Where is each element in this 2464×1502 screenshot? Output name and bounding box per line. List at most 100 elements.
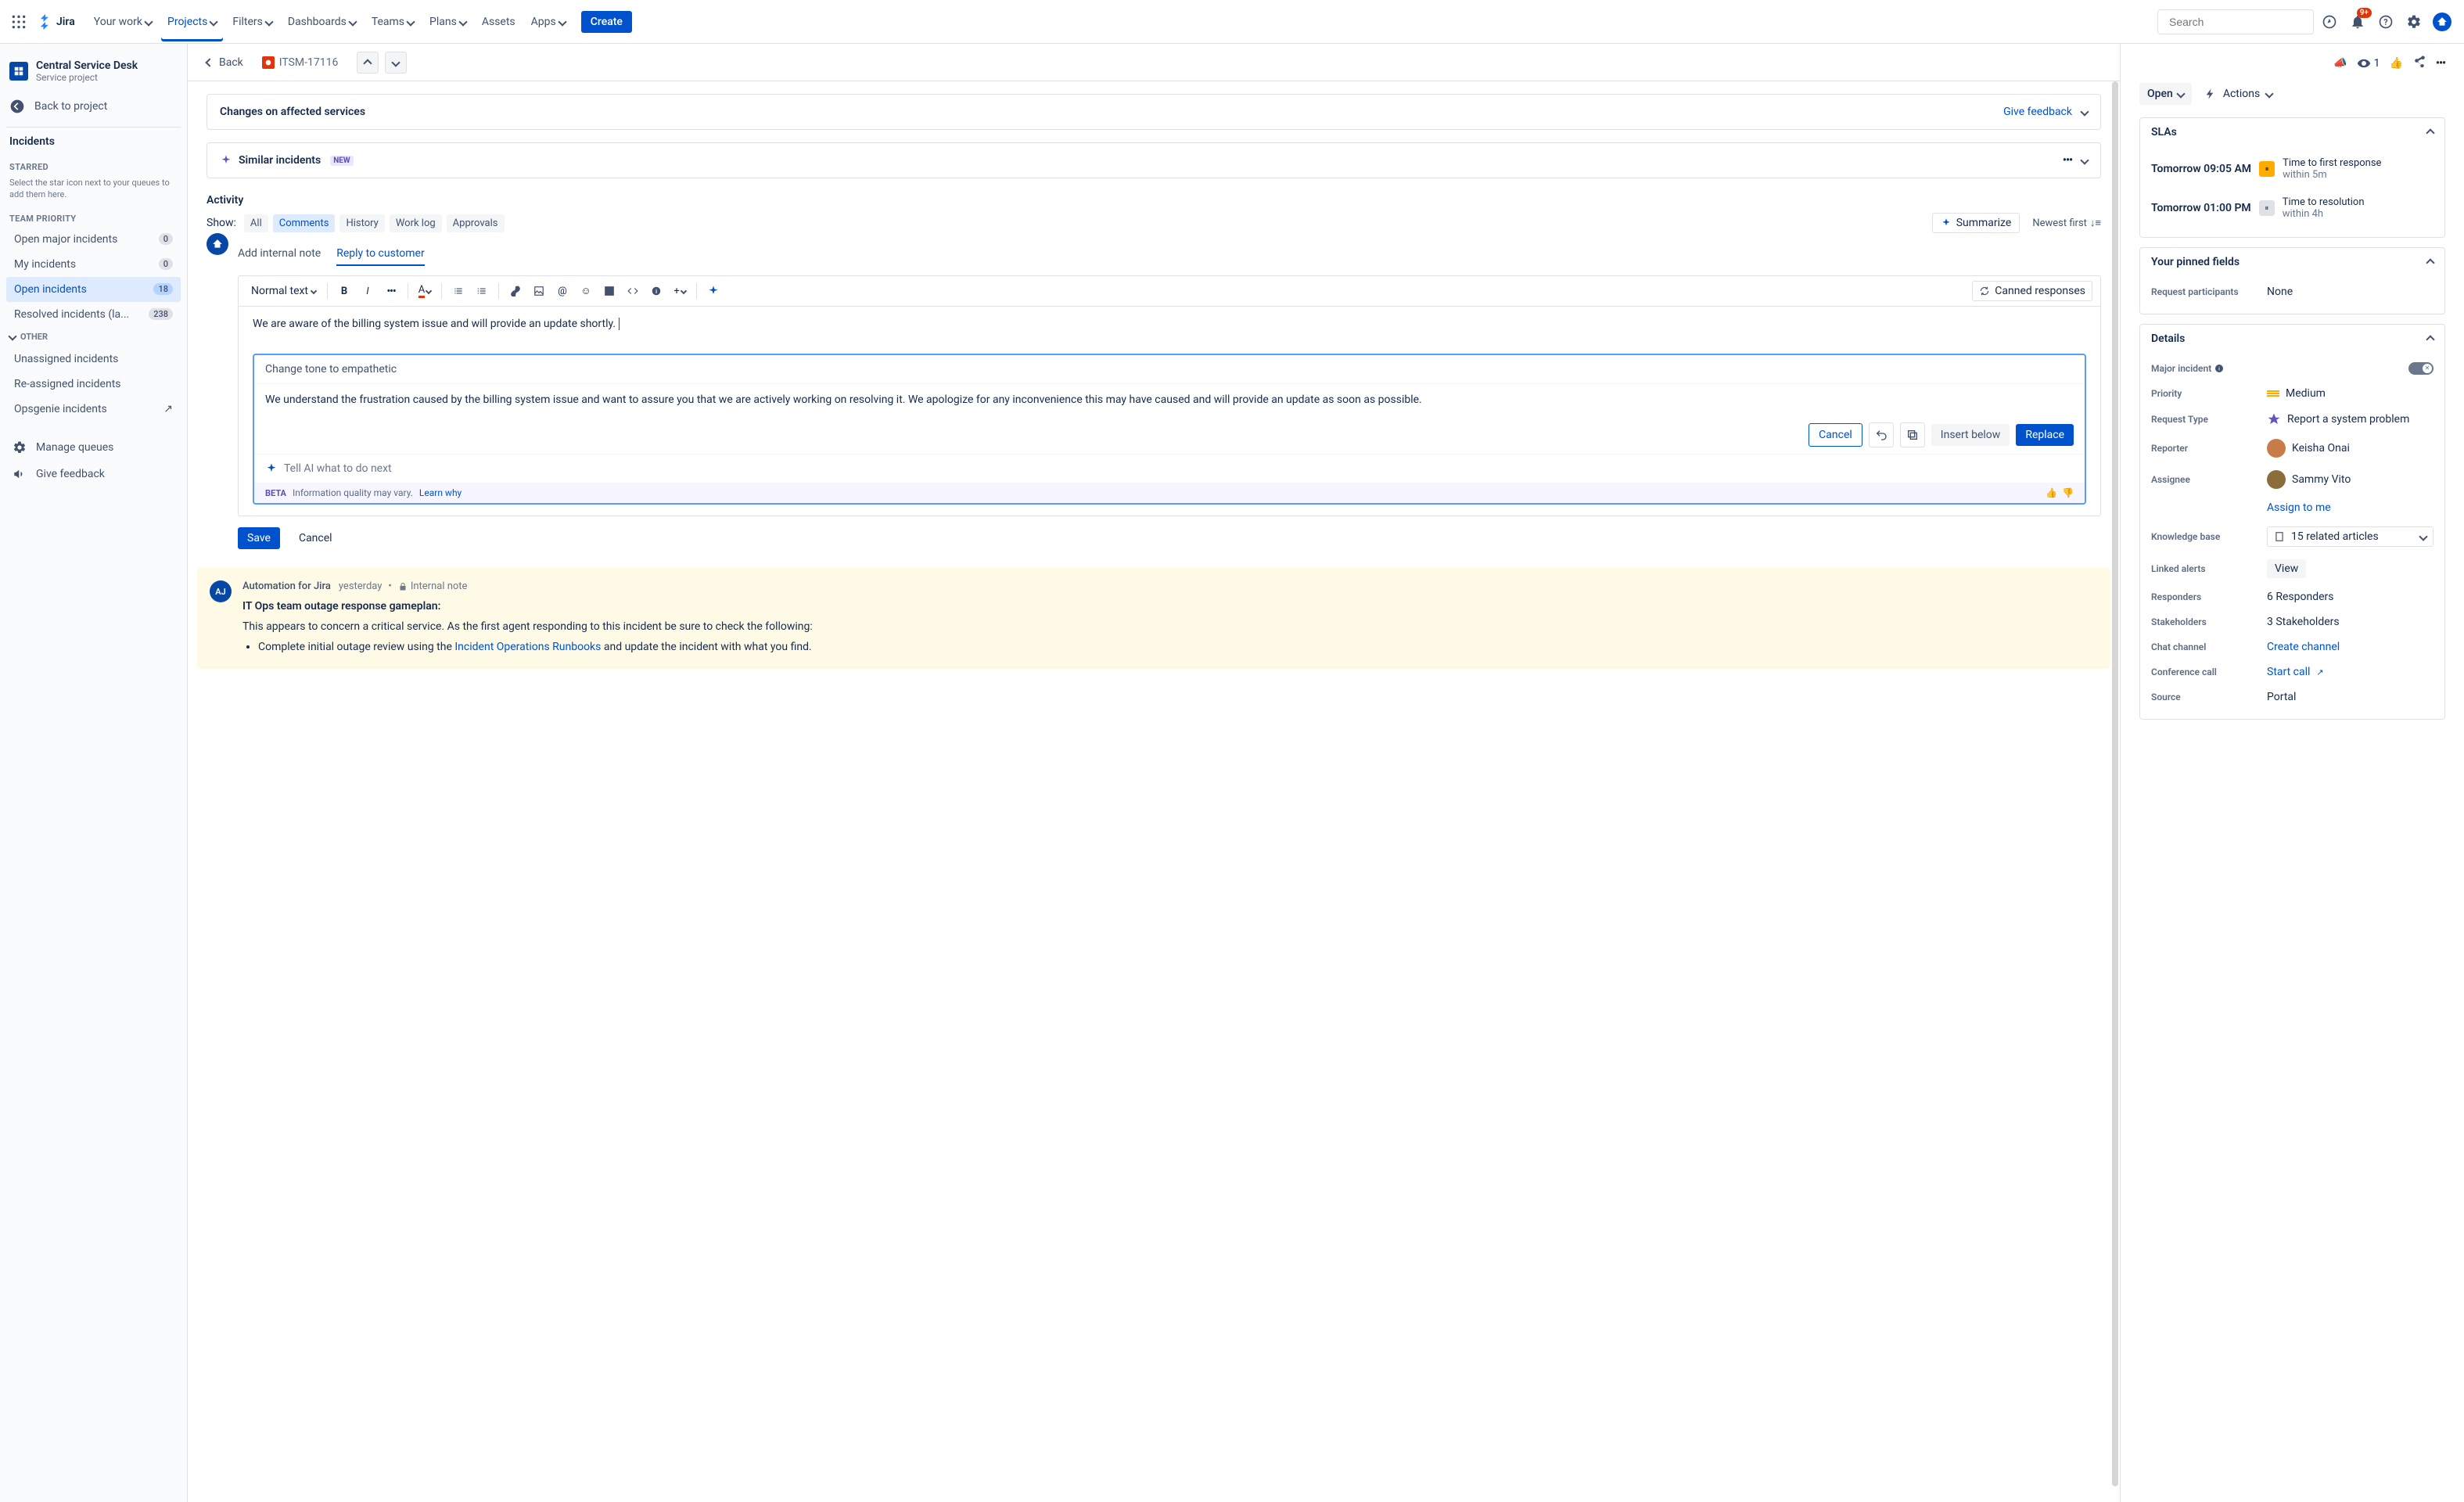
filter-all[interactable]: All	[244, 214, 268, 232]
queue-resolved[interactable]: Resolved incidents (la...238	[6, 302, 181, 327]
issue-back[interactable]: Back	[207, 56, 243, 69]
issue-key[interactable]: ITSM-17116	[262, 56, 339, 69]
create-button[interactable]: Create	[581, 11, 632, 33]
text-color-button[interactable]: A	[415, 281, 435, 301]
field-request-participants[interactable]: Request participants None	[2151, 279, 2433, 304]
nav-teams[interactable]: Teams	[365, 11, 420, 33]
italic-button[interactable]: I	[357, 281, 378, 301]
link-button[interactable]	[505, 281, 526, 301]
share-icon[interactable]	[2412, 55, 2426, 72]
prev-issue-button[interactable]	[357, 52, 379, 74]
tab-internal-note[interactable]: Add internal note	[238, 247, 321, 266]
ai-learn-why[interactable]: Learn why	[419, 487, 462, 498]
ai-next-prompt[interactable]: Tell AI what to do next	[254, 454, 2085, 483]
field-reporter[interactable]: Reporter Keisha Onai	[2151, 433, 2433, 464]
details-toggle[interactable]: Details	[2140, 325, 2444, 353]
queue-unassigned[interactable]: Unassigned incidents	[6, 347, 181, 372]
feedback-link[interactable]: Give feedback	[2003, 106, 2072, 118]
table-button[interactable]	[599, 281, 620, 301]
collapse-icon[interactable]	[2080, 107, 2089, 116]
kb-dropdown[interactable]: 15 related articles	[2267, 526, 2433, 547]
status-dropdown[interactable]: Open	[2139, 83, 2192, 105]
field-assignee[interactable]: Assignee Sammy Vito	[2151, 464, 2433, 495]
nav-filters[interactable]: Filters	[226, 11, 278, 33]
filter-worklog[interactable]: Work log	[390, 214, 442, 232]
runbooks-link[interactable]: Incident Operations Runbooks	[454, 641, 601, 653]
numbered-list-button[interactable]	[472, 281, 492, 301]
jira-logo[interactable]: Jira	[38, 14, 75, 30]
more-formatting-button[interactable]: •••	[381, 281, 401, 301]
queue-reassigned[interactable]: Re-assigned incidents	[6, 372, 181, 397]
bold-button[interactable]: B	[334, 281, 354, 301]
editor-textarea[interactable]: We are aware of the billing system issue…	[239, 307, 2100, 354]
nav-plans[interactable]: Plans	[423, 11, 472, 33]
like-icon[interactable]: 👍	[2389, 57, 2402, 70]
search-input[interactable]	[2157, 9, 2314, 34]
nav-assets[interactable]: Assets	[476, 11, 522, 33]
info-button[interactable]: i	[646, 281, 666, 301]
project-header[interactable]: Central Service Desk Service project	[6, 56, 181, 86]
app-switcher-icon[interactable]	[9, 13, 28, 31]
field-responders[interactable]: Responders 6 Responders	[2151, 584, 2433, 609]
thumbs-up-icon[interactable]: 👍	[2046, 487, 2057, 498]
more-icon[interactable]: •••	[2063, 154, 2072, 167]
bullet-list-button[interactable]	[448, 281, 469, 301]
emoji-button[interactable]: ☺	[576, 281, 596, 301]
search-field[interactable]	[2169, 16, 2311, 28]
save-button[interactable]: Save	[238, 527, 280, 549]
feedback-icon[interactable]: 📣	[2333, 57, 2347, 70]
start-call-link[interactable]: Start call ↗	[2267, 666, 2433, 678]
manage-queues[interactable]: Manage queues	[6, 434, 181, 461]
ai-assist-button[interactable]	[703, 281, 724, 301]
field-priority[interactable]: Priority Medium	[2151, 381, 2433, 406]
tab-reply-customer[interactable]: Reply to customer	[336, 247, 424, 266]
insert-button[interactable]: +	[670, 281, 690, 301]
ai-replace-button[interactable]: Replace	[2016, 424, 2074, 446]
sidebar-give-feedback[interactable]: Give feedback	[6, 461, 181, 487]
nav-your-work[interactable]: Your work	[88, 11, 158, 33]
filter-comments[interactable]: Comments	[273, 214, 336, 232]
code-button[interactable]	[623, 281, 643, 301]
compass-icon[interactable]	[2317, 9, 2342, 34]
nav-dashboards[interactable]: Dashboards	[282, 11, 362, 33]
info-icon[interactable]: i	[2214, 364, 2224, 373]
back-to-project[interactable]: Back to project	[6, 92, 181, 120]
image-button[interactable]	[529, 281, 549, 301]
notifications-icon[interactable]: 9+	[2345, 9, 2370, 34]
queue-my-incidents[interactable]: My incidents0	[6, 252, 181, 277]
profile-avatar[interactable]	[2430, 9, 2455, 34]
more-actions-icon[interactable]: •••	[2436, 57, 2445, 70]
ai-copy-button[interactable]	[1900, 422, 1925, 447]
scrollbar[interactable]	[2112, 81, 2118, 1486]
filter-approvals[interactable]: Approvals	[447, 214, 505, 232]
next-issue-button[interactable]	[385, 52, 407, 74]
slas-toggle[interactable]: SLAs	[2140, 118, 2444, 146]
other-section-toggle[interactable]: OTHER	[6, 327, 181, 347]
ai-cancel-button[interactable]: Cancel	[1808, 423, 1862, 447]
field-request-type[interactable]: Request Type Report a system problem	[2151, 406, 2433, 433]
collapse-icon[interactable]	[2080, 156, 2089, 164]
queue-opsgenie[interactable]: Opsgenie incidents↗	[6, 397, 181, 422]
cancel-button[interactable]: Cancel	[289, 527, 342, 549]
summarize-button[interactable]: Summarize	[1932, 213, 2020, 233]
thumbs-down-icon[interactable]: 👎	[2062, 487, 2074, 498]
ai-insert-below-button[interactable]: Insert below	[1931, 424, 2010, 446]
nav-apps[interactable]: Apps	[525, 11, 572, 33]
queue-open-major[interactable]: Open major incidents0	[6, 227, 181, 252]
ai-retry-button[interactable]	[1869, 422, 1894, 447]
watchers-button[interactable]: 1	[2357, 56, 2380, 70]
text-style-select[interactable]: Normal text	[246, 281, 321, 301]
canned-responses-button[interactable]: Canned responses	[1972, 281, 2092, 301]
view-alerts-button[interactable]: View	[2267, 559, 2306, 578]
sort-toggle[interactable]: Newest first ↓≡	[2032, 217, 2101, 229]
actions-dropdown[interactable]: Actions	[2198, 83, 2279, 105]
filter-history[interactable]: History	[339, 214, 384, 232]
mention-button[interactable]: @	[552, 281, 573, 301]
major-incident-toggle[interactable]	[2408, 362, 2433, 375]
field-stakeholders[interactable]: Stakeholders 3 Stakeholders	[2151, 609, 2433, 634]
assign-to-me[interactable]: Assign to me	[2151, 495, 2433, 520]
create-channel-link[interactable]: Create channel	[2267, 641, 2433, 653]
help-icon[interactable]: ?	[2373, 9, 2398, 34]
pinned-toggle[interactable]: Your pinned fields	[2140, 248, 2444, 276]
queue-open-incidents[interactable]: Open incidents18	[6, 277, 181, 302]
